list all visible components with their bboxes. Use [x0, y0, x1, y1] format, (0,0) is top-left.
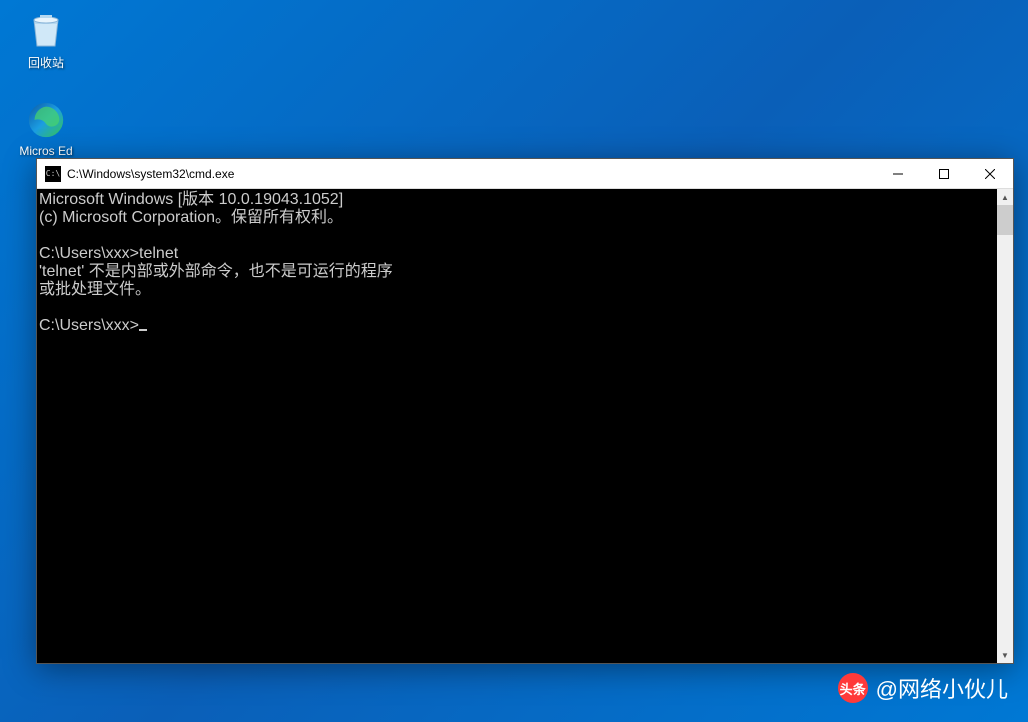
maximize-button[interactable]	[921, 159, 967, 189]
titlebar[interactable]: C:\ C:\Windows\system32\cmd.exe	[37, 159, 1013, 189]
watermark: 头条 @网络小伙儿	[838, 672, 1008, 704]
minimize-icon	[893, 169, 903, 179]
terminal-line: 或批处理文件。	[39, 281, 151, 298]
terminal-prompt: C:\Users\xxx>	[39, 317, 139, 334]
desktop-icon-label: Micros Ed	[10, 144, 82, 158]
close-button[interactable]	[967, 159, 1013, 189]
edge-icon	[24, 98, 68, 142]
recycle-bin-icon	[24, 8, 68, 52]
maximize-icon	[939, 169, 949, 179]
scroll-thumb[interactable]	[997, 205, 1013, 235]
terminal-output[interactable]: Microsoft Windows [版本 10.0.19043.1052] (…	[37, 189, 1013, 663]
desktop-icon-label: 回收站	[10, 54, 82, 71]
desktop-icon-recycle-bin[interactable]: 回收站	[10, 8, 82, 71]
cursor	[139, 329, 147, 331]
terminal-line: Microsoft Windows [版本 10.0.19043.1052]	[39, 191, 343, 208]
watermark-logo: 头条	[838, 673, 868, 703]
minimize-button[interactable]	[875, 159, 921, 189]
cmd-window: C:\ C:\Windows\system32\cmd.exe Microsof…	[36, 158, 1014, 664]
scroll-track[interactable]	[997, 205, 1013, 647]
watermark-label: @网络小伙儿	[876, 672, 1008, 704]
terminal-line: 'telnet' 不是内部或外部命令，也不是可运行的程序	[39, 263, 393, 280]
close-icon	[985, 169, 995, 179]
terminal-line: (c) Microsoft Corporation。保留所有权利。	[39, 209, 343, 226]
scroll-down-icon[interactable]: ▼	[997, 647, 1013, 663]
cmd-icon: C:\	[45, 166, 61, 182]
window-title: C:\Windows\system32\cmd.exe	[67, 167, 875, 181]
terminal-line: C:\Users\xxx>telnet	[39, 245, 178, 262]
scroll-up-icon[interactable]: ▲	[997, 189, 1013, 205]
desktop-icon-edge[interactable]: Micros Ed	[10, 98, 82, 158]
scrollbar[interactable]: ▲ ▼	[997, 189, 1013, 663]
